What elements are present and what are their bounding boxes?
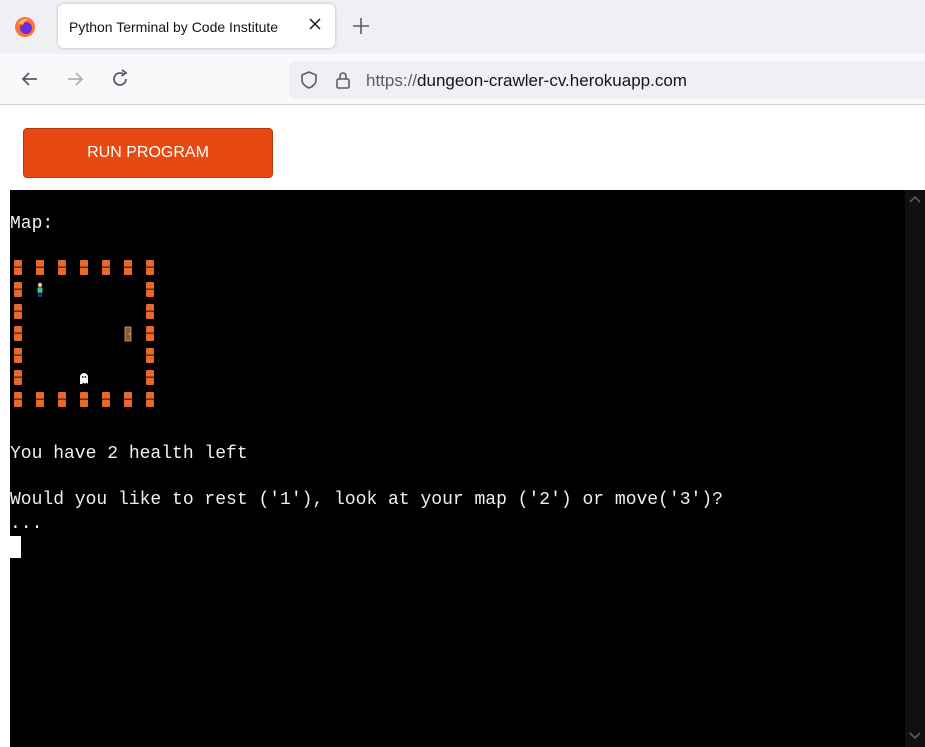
wall-brick-icon: [146, 282, 154, 297]
close-icon[interactable]: [307, 16, 323, 32]
reload-icon[interactable]: [109, 68, 131, 90]
wall-brick-icon: [146, 348, 154, 363]
wall-brick-icon: [14, 370, 22, 385]
prompt-line: Would you like to rest ('1'), look at yo…: [10, 490, 723, 510]
wall-brick-icon: [14, 326, 22, 341]
wall-brick-icon: [124, 260, 132, 275]
url-protocol: https://: [366, 71, 418, 90]
wall-brick-icon: [14, 348, 22, 363]
wall-brick-icon: [36, 260, 44, 275]
run-program-button[interactable]: RUN PROGRAM: [23, 128, 273, 178]
url-host: dungeon-crawler-cv.herokuapp.com: [417, 71, 687, 90]
map-label: Map:: [10, 214, 54, 234]
wall-brick-icon: [146, 260, 154, 275]
wall-brick-icon: [80, 392, 88, 407]
forward-icon[interactable]: [64, 68, 86, 90]
browser-tab-strip: Python Terminal by Code Institute: [0, 0, 925, 54]
wall-brick-icon: [14, 304, 22, 319]
terminal[interactable]: Map: You have 2 health left Would you li…: [10, 190, 925, 747]
scroll-down-icon[interactable]: [909, 731, 921, 741]
url-text: https://dungeon-crawler-cv.herokuapp.com: [366, 71, 687, 91]
wall-brick-icon: [58, 392, 66, 407]
new-tab-icon[interactable]: [352, 17, 370, 35]
wall-brick-icon: [102, 260, 110, 275]
dungeon-map: [10, 258, 170, 418]
wall-brick-icon: [124, 392, 132, 407]
wall-brick-icon: [146, 304, 154, 319]
tab-title: Python Terminal by Code Institute: [69, 19, 279, 35]
wall-brick-icon: [146, 392, 154, 407]
ghost-icon: [80, 373, 88, 384]
health-line: You have 2 health left: [10, 444, 248, 464]
wall-brick-icon: [146, 326, 154, 341]
ellipsis-line: ...: [10, 514, 43, 534]
terminal-cursor: [10, 536, 21, 558]
url-bar[interactable]: https://dungeon-crawler-cv.herokuapp.com: [289, 61, 925, 99]
wall-brick-icon: [14, 392, 22, 407]
player-icon: [37, 282, 43, 297]
back-icon[interactable]: [19, 68, 41, 90]
browser-tab[interactable]: Python Terminal by Code Institute: [58, 4, 335, 48]
shield-icon[interactable]: [299, 70, 319, 90]
browser-nav-bar: https://dungeon-crawler-cv.herokuapp.com: [0, 54, 925, 105]
wall-brick-icon: [36, 392, 44, 407]
wall-brick-icon: [58, 260, 66, 275]
wall-brick-icon: [80, 260, 88, 275]
wall-brick-icon: [14, 260, 22, 275]
wall-brick-icon: [102, 392, 110, 407]
lock-icon[interactable]: [333, 70, 353, 90]
wall-brick-icon: [14, 282, 22, 297]
firefox-logo-icon[interactable]: [14, 16, 36, 38]
wall-brick-icon: [146, 370, 154, 385]
terminal-scrollbar[interactable]: [905, 190, 925, 747]
door-icon: [124, 326, 132, 342]
scroll-up-icon[interactable]: [909, 194, 921, 204]
